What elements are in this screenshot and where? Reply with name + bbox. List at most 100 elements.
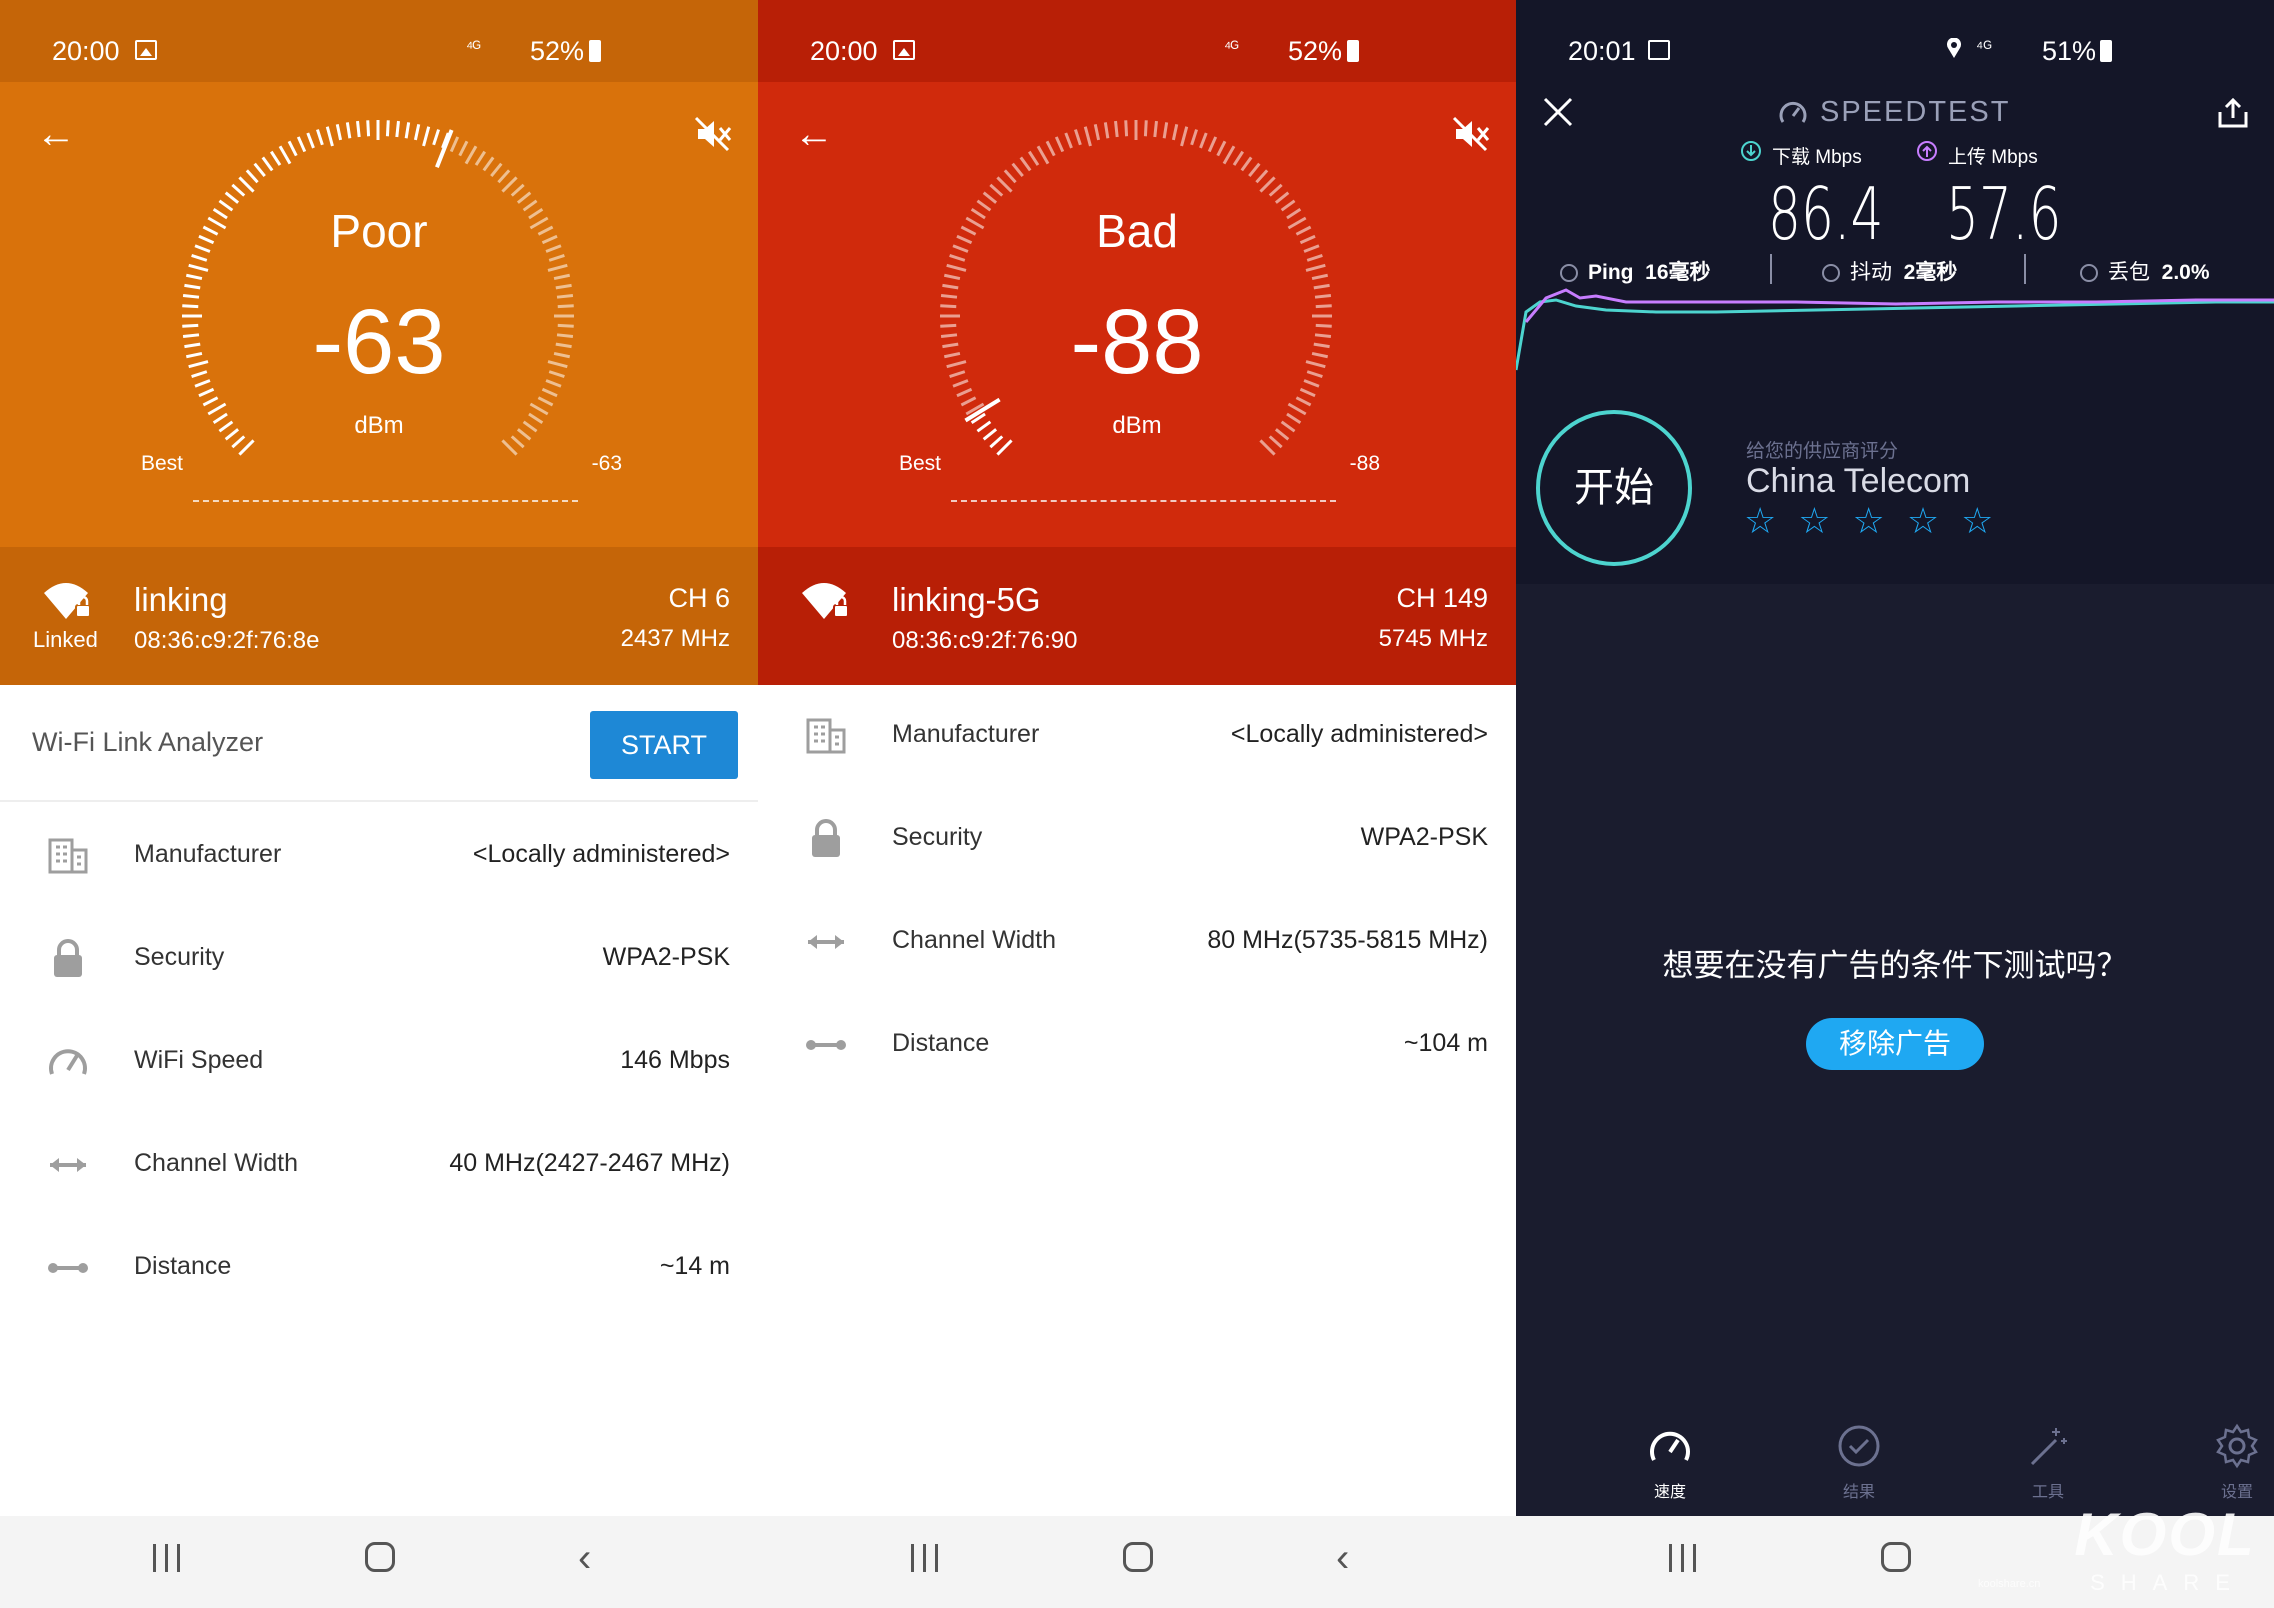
gauge-tick [224, 191, 240, 204]
wifi-analyzer-panel-5ghz: 20:00 ⁴ᴳ 52% ← Bad -88 dBm Best -88 link… [758, 0, 1516, 1608]
check-circle-icon [1838, 1425, 1880, 1467]
battery-percent: 52% [530, 36, 585, 66]
gauge-tick [385, 120, 390, 137]
info-row-manufacturer: Manufacturer <Locally administered> [758, 686, 1516, 786]
link-analyzer-title: Wi-Fi Link Analyzer [32, 727, 264, 757]
battery-percent: 52% [1288, 36, 1343, 66]
gauge-tick [432, 129, 440, 146]
gauge-tick [553, 273, 571, 281]
network-ssid: linking-5G [892, 581, 1041, 618]
signal-strength-value: -88 [1070, 291, 1204, 393]
back-arrow-icon[interactable]: ← [36, 114, 76, 154]
row-label: Channel Width [892, 926, 1056, 954]
tab-results[interactable]: 结果 [1799, 1422, 1919, 1502]
gauge-tick [366, 120, 371, 137]
gauge-tick [946, 263, 967, 272]
battery-percent: 51% [2042, 36, 2097, 66]
start-test-button[interactable]: 开始 [1536, 410, 1692, 566]
signal-strength-value: -63 [312, 291, 446, 393]
nav-back-icon[interactable]: ‹ [578, 1538, 591, 1578]
home-icon[interactable] [1123, 1542, 1153, 1572]
info-row-manufacturer: Manufacturer <Locally administered> [0, 806, 758, 906]
row-value: ~104 m [1403, 1029, 1488, 1057]
gauge-tick [188, 263, 209, 272]
gauge-tick [1003, 169, 1017, 184]
gauge-tick [943, 273, 961, 281]
watermark-site: koolshare.cn [1978, 1578, 2041, 1590]
watermark-sub: SHARE [2090, 1570, 2246, 1595]
row-value: ~14 m [659, 1252, 730, 1280]
gauge-tick [1313, 283, 1330, 290]
gauge-tick [942, 283, 959, 290]
wifi-lock-icon [802, 583, 849, 619]
signal-quality-label: Poor [330, 205, 428, 257]
nav-back-icon[interactable]: ‹ [1336, 1538, 1349, 1578]
gauge-tick [1268, 183, 1283, 197]
mute-icon[interactable] [1450, 114, 1490, 154]
ad-free-prompt: 想要在没有广告的条件下测试吗？ [1662, 948, 2128, 983]
gauge-divider [193, 500, 578, 502]
tab-speed[interactable]: 速度 [1610, 1422, 1730, 1502]
gauge-tick [1295, 396, 1312, 407]
gauge-tick [296, 136, 307, 153]
recent-apps-icon[interactable] [911, 1544, 941, 1572]
home-icon[interactable] [365, 1542, 395, 1572]
upload-graph-line [1524, 288, 2274, 323]
gauge-tick [261, 156, 274, 172]
network-channel: CH 6 [668, 583, 730, 613]
wifi-signal-icon: ⁴ᴳ [1976, 38, 1992, 57]
row-label: Distance [134, 1252, 232, 1280]
remove-ads-button[interactable]: 移除广告 [1806, 1018, 1984, 1070]
recent-apps-icon[interactable] [1669, 1544, 1699, 1572]
recent-apps-icon[interactable] [153, 1544, 183, 1572]
close-icon[interactable] [1542, 96, 1574, 128]
tab-settings[interactable]: 设置 [2177, 1422, 2274, 1502]
gauge-tick [464, 145, 478, 165]
info-row-channel-width: Channel Width 80 MHz(5735-5815 MHz) [758, 892, 1516, 992]
loss-label: 丢包 [2108, 261, 2150, 284]
gauge-tick [547, 263, 568, 272]
mute-icon[interactable] [692, 114, 732, 154]
system-nav-bar: ‹ [758, 1516, 1516, 1608]
gauge-tick [1045, 140, 1056, 157]
gauge-tick [1153, 120, 1158, 138]
gauge-tick [482, 156, 495, 172]
stat-divider [2024, 254, 2026, 284]
gauge-tick [238, 176, 255, 193]
speedtest-result-header: SPEEDTEST 下载 Mbps 86.4 上传 Mbps 57.6 Ping… [1516, 82, 2274, 584]
gauge-tick [555, 283, 572, 290]
gauge-tick [996, 439, 1013, 456]
gauge-tick [1190, 129, 1198, 146]
gauge-tick [395, 120, 400, 138]
speedtest-logo-icon [1779, 101, 1807, 123]
gauge-tick [1027, 150, 1040, 166]
rating-stars[interactable]: ☆ ☆ ☆ ☆ ☆ [1744, 500, 1999, 542]
app-title: SPEEDTEST [1820, 96, 2011, 128]
gauge-tick [1064, 132, 1073, 149]
lock-icon [812, 819, 840, 857]
share-icon[interactable] [2216, 96, 2250, 130]
status-bar: 20:00 ⁴ᴳ 52% [758, 0, 1516, 82]
signal-quality-label: Bad [1096, 205, 1178, 257]
home-icon[interactable] [1881, 1542, 1911, 1572]
gauge-tick [422, 126, 431, 147]
gauge-tick [1093, 123, 1101, 141]
gauge-tick [497, 169, 511, 184]
gauge-tick [1083, 126, 1092, 147]
download-graph-line [1516, 298, 2274, 371]
gallery-notification-icon [135, 40, 157, 60]
row-value: <Locally administered> [1230, 720, 1488, 748]
tab-label: 速度 [1653, 1484, 1686, 1501]
start-button[interactable]: START [590, 711, 738, 779]
jitter-label: 抖动 [1850, 261, 1892, 284]
gauge-scale-value: -88 [1349, 452, 1380, 475]
link-analyzer-row: Wi-Fi Link Analyzer START [0, 685, 758, 802]
back-arrow-icon[interactable]: ← [794, 114, 834, 154]
koolshare-watermark: KOOL SHARE koolshare.cn [1978, 1500, 2270, 1606]
gauge-divider [951, 500, 1336, 502]
distance-icon [48, 1263, 88, 1273]
speedometer-icon [49, 1049, 87, 1075]
row-value: 146 Mbps [620, 1046, 730, 1074]
ping-label: Ping [1588, 261, 1634, 284]
tab-tools[interactable]: 工具 [1988, 1422, 2108, 1502]
